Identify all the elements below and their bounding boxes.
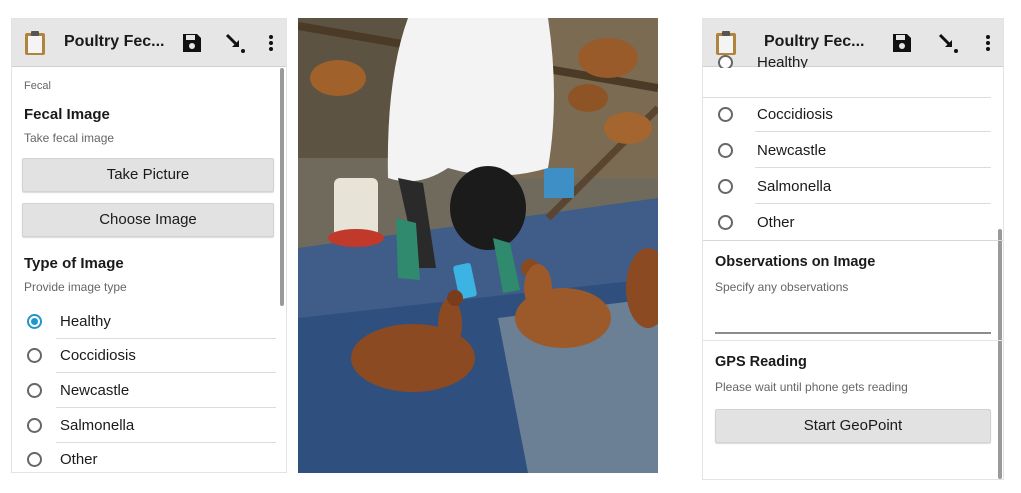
- radio-icon[interactable]: [27, 383, 42, 398]
- option-coccidiosis[interactable]: Coccidiosis: [24, 339, 276, 373]
- option-salmonella[interactable]: Salmonella: [715, 170, 991, 204]
- option-label: Other: [757, 214, 795, 231]
- divider: [755, 167, 991, 168]
- start-geopoint-button[interactable]: Start GeoPoint: [715, 409, 991, 443]
- observations-input[interactable]: [715, 294, 991, 334]
- radio-icon[interactable]: [27, 452, 42, 467]
- phone-screen-left: Poultry Fec... Fecal Fecal Image Take fe…: [11, 18, 287, 473]
- group-label: Fecal: [24, 80, 51, 92]
- observations-hint: Specify any observations: [715, 280, 849, 294]
- option-label: Newcastle: [60, 382, 130, 399]
- option-divider-top: [703, 68, 991, 98]
- radio-icon[interactable]: [718, 143, 733, 158]
- section-divider: [703, 240, 1003, 241]
- divider: [755, 203, 991, 204]
- scrollbar[interactable]: [280, 68, 284, 306]
- form-content: Fecal Fecal Image Take fecal image Take …: [12, 68, 286, 472]
- phone-screen-right: Poultry Fec... Healthy Coccidiosis Newca…: [702, 18, 1004, 480]
- option-other[interactable]: Other: [715, 206, 991, 240]
- fecal-image-label: Fecal Image: [24, 106, 110, 123]
- take-picture-button[interactable]: Take Picture: [22, 158, 274, 192]
- option-label: Newcastle: [757, 142, 827, 159]
- radio-icon[interactable]: [27, 348, 42, 363]
- divider: [755, 131, 991, 132]
- save-icon[interactable]: [181, 32, 203, 54]
- option-healthy[interactable]: Healthy: [24, 305, 276, 339]
- field-photo: [298, 18, 658, 473]
- option-other[interactable]: Other: [24, 443, 276, 472]
- download-arrow-icon[interactable]: [224, 32, 246, 54]
- choose-image-button[interactable]: Choose Image: [22, 203, 274, 237]
- option-coccidiosis[interactable]: Coccidiosis: [715, 98, 991, 132]
- radio-icon[interactable]: [718, 107, 733, 122]
- radio-icon[interactable]: [27, 418, 42, 433]
- fecal-image-hint: Take fecal image: [24, 131, 115, 145]
- option-newcastle[interactable]: Newcastle: [24, 374, 276, 408]
- gps-reading-label: GPS Reading: [715, 354, 807, 370]
- option-label: Coccidiosis: [757, 106, 833, 123]
- app-title: Poultry Fec...: [64, 33, 165, 50]
- app-bar: Poultry Fec...: [12, 19, 286, 67]
- observations-label: Observations on Image: [715, 254, 876, 270]
- radio-selected-icon[interactable]: [27, 314, 42, 329]
- option-salmonella[interactable]: Salmonella: [24, 409, 276, 443]
- clipboard-icon: [25, 31, 45, 55]
- radio-icon[interactable]: [718, 215, 733, 230]
- divider: [56, 407, 276, 408]
- type-of-image-label: Type of Image: [24, 255, 124, 272]
- type-of-image-hint: Provide image type: [24, 280, 127, 294]
- option-label: Other: [60, 451, 98, 468]
- option-newcastle[interactable]: Newcastle: [715, 134, 991, 168]
- section-divider: [703, 340, 1003, 341]
- scrollbar[interactable]: [998, 229, 1002, 479]
- option-label: Coccidiosis: [60, 347, 136, 364]
- radio-icon[interactable]: [718, 179, 733, 194]
- option-label: Salmonella: [757, 178, 832, 195]
- gps-reading-hint: Please wait until phone gets reading: [715, 380, 908, 394]
- option-label: Salmonella: [60, 417, 135, 434]
- more-vert-icon[interactable]: [260, 32, 282, 54]
- option-label: Healthy: [60, 313, 111, 330]
- divider: [56, 372, 276, 373]
- form-content: Healthy Coccidiosis Newcastle Salmonella…: [703, 54, 1003, 479]
